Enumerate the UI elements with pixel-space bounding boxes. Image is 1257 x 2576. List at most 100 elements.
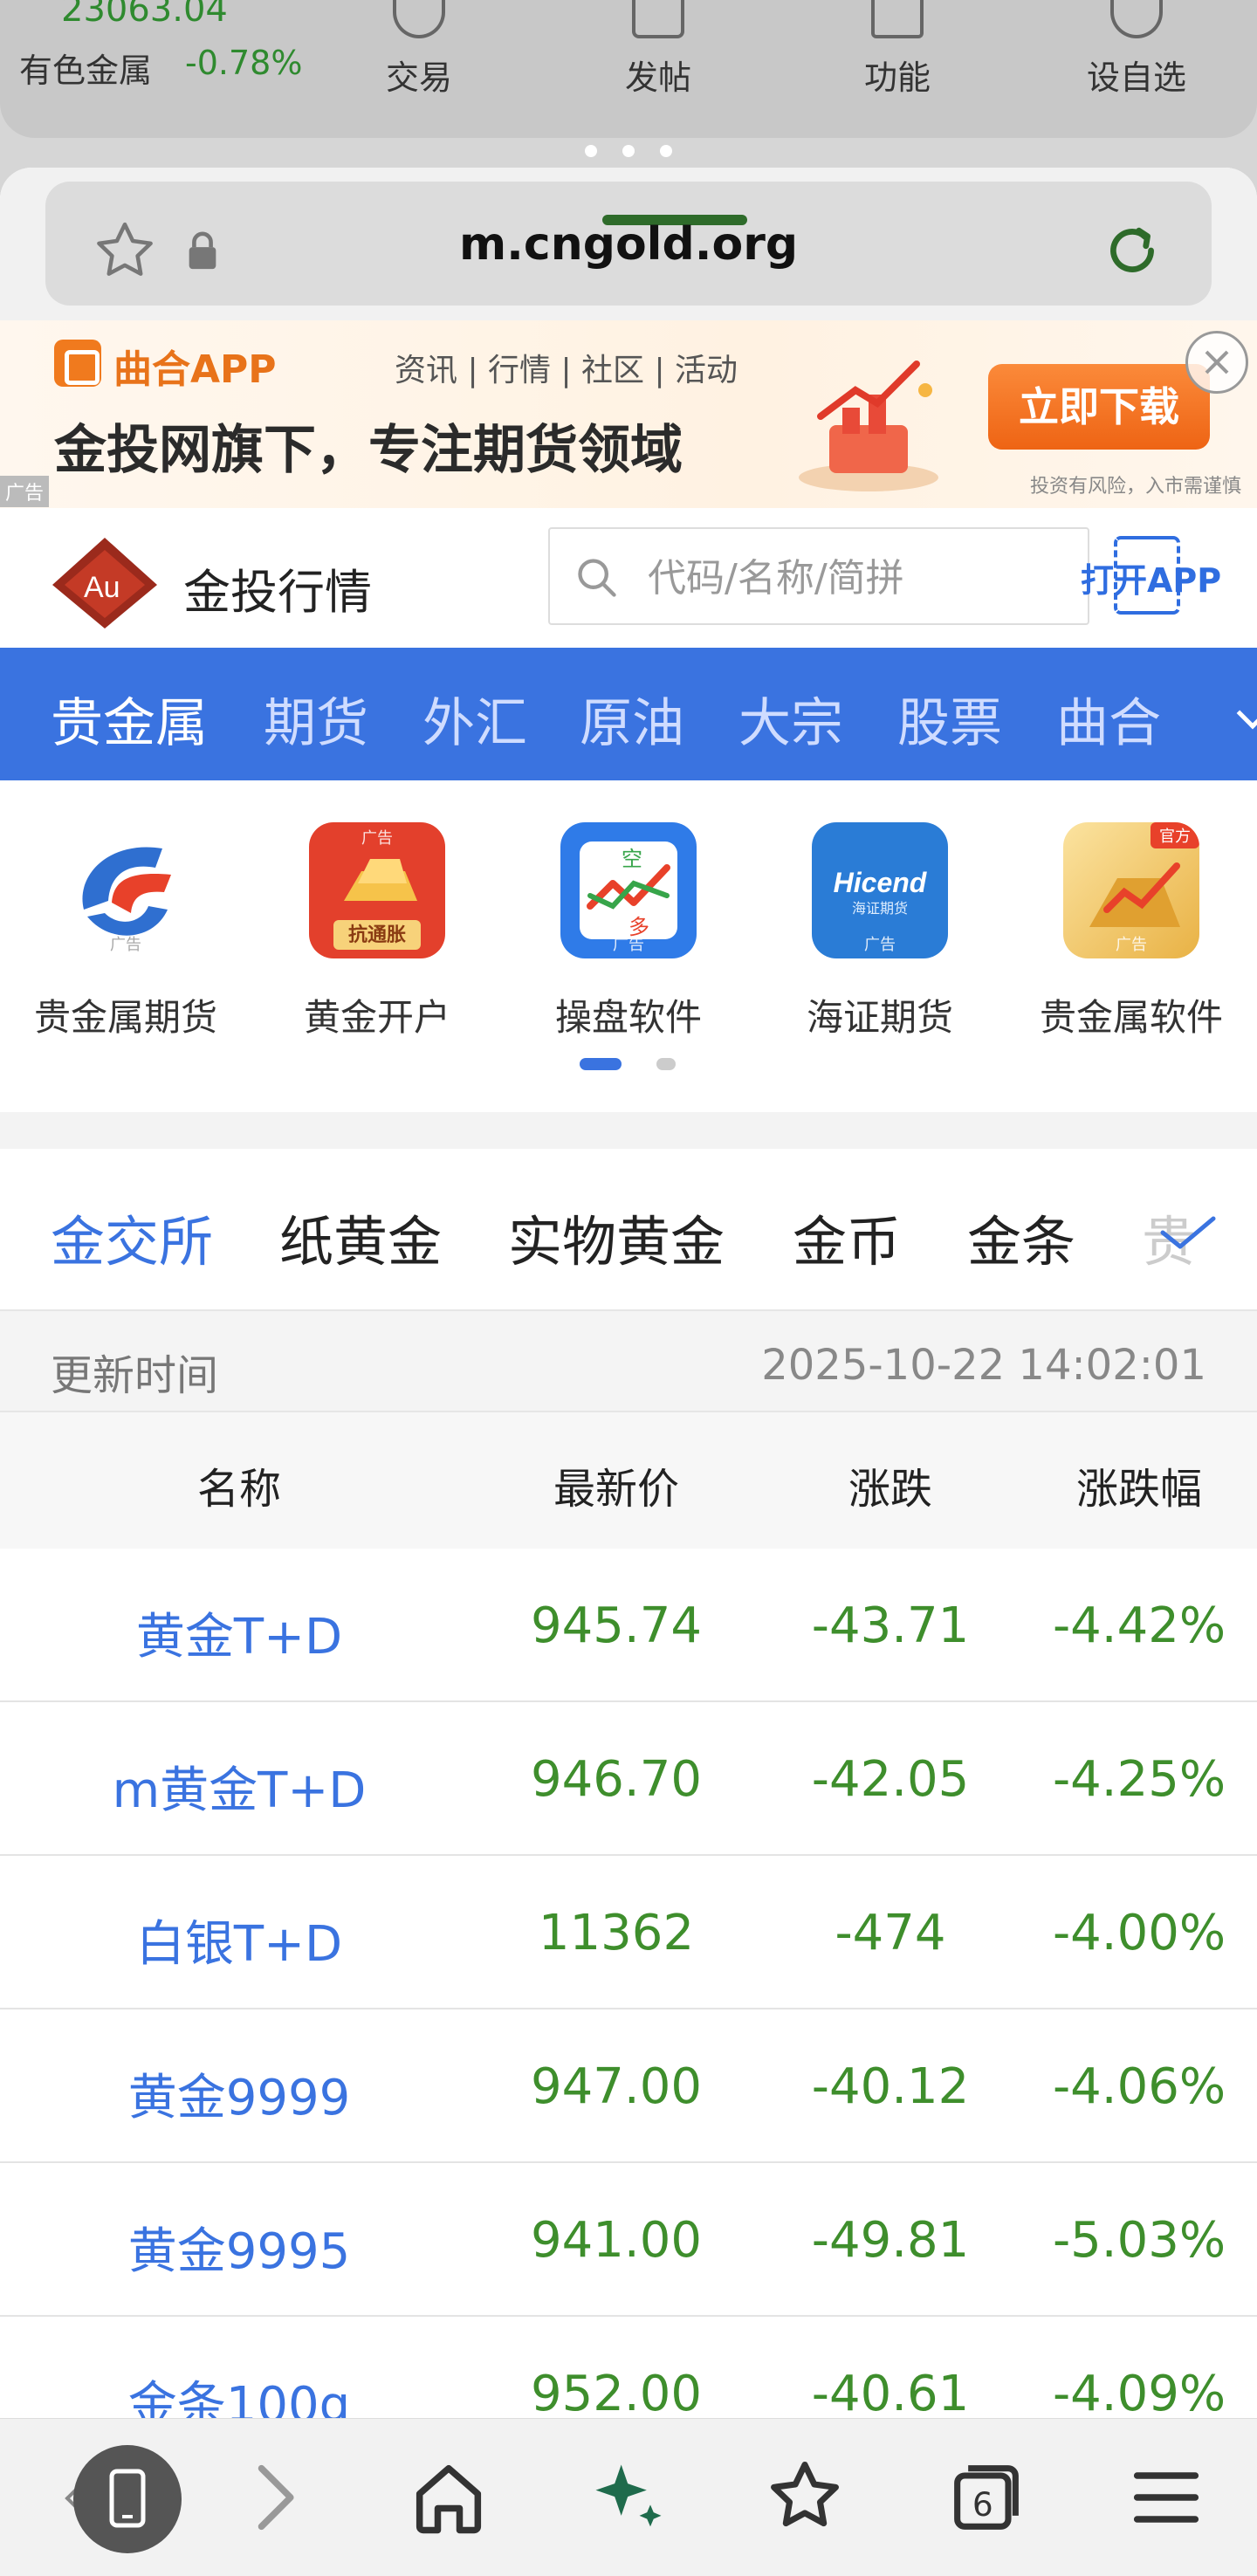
quote-name[interactable]: 黄金9999	[0, 2058, 478, 2129]
app-label: 海证期货	[806, 996, 953, 1039]
address-bar[interactable]: m.cngold.org	[45, 182, 1212, 306]
short-label: 空	[622, 847, 642, 871]
app-hicend-futures[interactable]: Hicend 海证期货 广告 海证期货	[766, 822, 993, 1041]
tab-gold-coin[interactable]: 金币	[793, 1198, 901, 1276]
more-icon	[1110, 0, 1163, 38]
ai-button[interactable]	[585, 2454, 672, 2541]
forward-button[interactable]	[229, 2454, 316, 2541]
ad-tag: 广告	[0, 476, 50, 507]
table-row[interactable]: m黄金T+D 946.70 -42.05 -4.25%	[0, 1702, 1257, 1856]
sheet-drag-handle[interactable]	[585, 145, 672, 157]
function-label: 功能	[863, 58, 931, 97]
tab-paper-gold[interactable]: 纸黄金	[279, 1198, 442, 1276]
nav-item-forex[interactable]: 外汇	[422, 681, 527, 757]
nav-item-crude-oil[interactable]: 原油	[580, 681, 684, 757]
tab-sge[interactable]: 金交所	[51, 1198, 213, 1276]
stock-name: 有色金属	[19, 52, 153, 90]
close-ad-icon[interactable]	[1185, 331, 1248, 394]
search-input[interactable]	[648, 552, 1067, 604]
quote-name[interactable]: 黄金9995	[0, 2212, 478, 2283]
app-ad-badge: 广告	[613, 936, 644, 954]
update-time-label: 更新时间	[51, 1351, 219, 1400]
site-header: Au 金投行情 打开APP	[0, 508, 1257, 648]
browser-toolbar: 6	[0, 2418, 1257, 2576]
quote-name[interactable]: 白银T+D	[0, 1905, 478, 1975]
forward-icon	[258, 2464, 294, 2531]
gold-bar-icon: 抗通胀 广告	[309, 822, 445, 958]
quote-change: -43.71	[811, 1597, 970, 1654]
favorites-button[interactable]	[761, 2454, 848, 2541]
app-ad-badge: 广告	[361, 829, 393, 848]
column-header-percent[interactable]: 涨跌幅	[1021, 1454, 1257, 1515]
search-box[interactable]	[548, 527, 1089, 625]
menu-button[interactable]	[1123, 2454, 1210, 2541]
quote-percent: -4.25%	[1052, 1751, 1226, 1808]
site-title: 金投行情	[183, 565, 372, 620]
app-trading-software[interactable]: 空多 广告 操盘软件	[515, 822, 742, 1041]
trade-action[interactable]: 交易	[332, 0, 506, 99]
tabs-button[interactable]: 6	[943, 2454, 1030, 2541]
table-header: 名称 最新价 涨跌 涨跌幅	[0, 1412, 1257, 1549]
app-precious-metal-futures[interactable]: 广告 贵金属期货	[12, 822, 239, 1041]
favorites-icon	[771, 2461, 839, 2527]
expand-check-icon[interactable]	[1159, 1215, 1217, 1250]
quote-price: 11362	[538, 1905, 695, 1961]
chevron-down-icon[interactable]	[1236, 697, 1257, 730]
quote-percent: -4.42%	[1052, 1597, 1226, 1654]
app-label: 贵金属软件	[1039, 996, 1223, 1039]
column-header-price[interactable]: 最新价	[485, 1454, 747, 1515]
chart-podium-icon	[799, 361, 938, 491]
menu-icon	[1133, 2472, 1199, 2523]
logo-text: Au	[84, 571, 120, 604]
quote-price: 947.00	[531, 2058, 702, 2115]
table-row[interactable]: 白银T+D 11362 -474 -4.00%	[0, 1856, 1257, 2009]
open-app-button[interactable]: 打开APP	[1081, 536, 1221, 615]
watchlist-action[interactable]: 设自选	[1049, 0, 1224, 99]
hicend-logo-icon: Hicend 海证期货 广告	[812, 822, 948, 958]
nav-item-stocks[interactable]: 股票	[897, 681, 1002, 757]
function-action[interactable]: 功能	[810, 0, 985, 99]
table-row[interactable]: 黄金9995 941.00 -49.81 -5.03%	[0, 2163, 1257, 2317]
column-header-change[interactable]: 涨跌	[759, 1454, 1021, 1515]
url-text[interactable]: m.cngold.org	[45, 218, 1212, 271]
quote-percent: -5.03%	[1052, 2212, 1226, 2269]
phone-icon	[109, 2469, 146, 2528]
carousel-page-indicator	[580, 1058, 677, 1070]
post-action[interactable]: 发帖	[571, 0, 745, 99]
cngold-logo[interactable]: Au	[49, 534, 161, 630]
page-dot[interactable]	[656, 1058, 676, 1070]
table-row[interactable]: 黄金9999 947.00 -40.12 -4.06%	[0, 2009, 1257, 2163]
tab-physical-gold[interactable]: 实物黄金	[508, 1198, 725, 1276]
app-ad-badge: 广告	[864, 936, 896, 954]
app-precious-metal-software[interactable]: 官方 广告 贵金属软件	[1018, 822, 1245, 1041]
ad-banner[interactable]: 曲合APP 资讯 | 行情 | 社区 | 活动 金投网旗下，专注期货领域 立即下…	[0, 320, 1257, 508]
trade-label: 交易	[385, 58, 452, 97]
quhe-logo-icon	[54, 340, 101, 387]
app-gold-account[interactable]: 抗通胀 广告 黄金开户	[264, 822, 491, 1041]
tab-count: 6	[972, 2485, 993, 2524]
tab-gold-bar[interactable]: 金条	[967, 1198, 1075, 1276]
page-dot-active	[580, 1058, 622, 1070]
reload-icon[interactable]	[1100, 218, 1164, 283]
post-icon	[632, 0, 684, 38]
nav-item-precious-metals[interactable]: 贵金属	[51, 681, 208, 757]
app-ad-badge: 广告	[110, 936, 141, 954]
nav-item-futures[interactable]: 期货	[264, 681, 368, 757]
nav-item-quhe[interactable]: 曲合	[1056, 681, 1161, 757]
futures-logo-icon: 广告	[58, 822, 194, 958]
table-row[interactable]: 黄金T+D 945.74 -43.71 -4.42%	[0, 1549, 1257, 1702]
home-button[interactable]	[405, 2454, 492, 2541]
phone-mode-button[interactable]	[73, 2445, 182, 2553]
download-button[interactable]: 立即下载	[988, 364, 1210, 450]
quote-change: -40.12	[811, 2058, 970, 2115]
quote-name[interactable]: 黄金T+D	[0, 1597, 478, 1668]
hicend-sub: 海证期货	[852, 900, 908, 917]
column-header-name[interactable]: 名称	[0, 1454, 478, 1515]
quote-change: -42.05	[811, 1751, 970, 1808]
official-badge: 官方	[1159, 828, 1191, 846]
quote-name[interactable]: m黄金T+D	[0, 1751, 478, 1822]
quote-price: 945.74	[531, 1597, 702, 1654]
stock-price: 23063.04	[61, 0, 228, 30]
nav-item-commodities[interactable]: 大宗	[738, 681, 843, 757]
category-nav: 贵金属 期货 外汇 原油 大宗 股票 曲合	[0, 648, 1257, 780]
